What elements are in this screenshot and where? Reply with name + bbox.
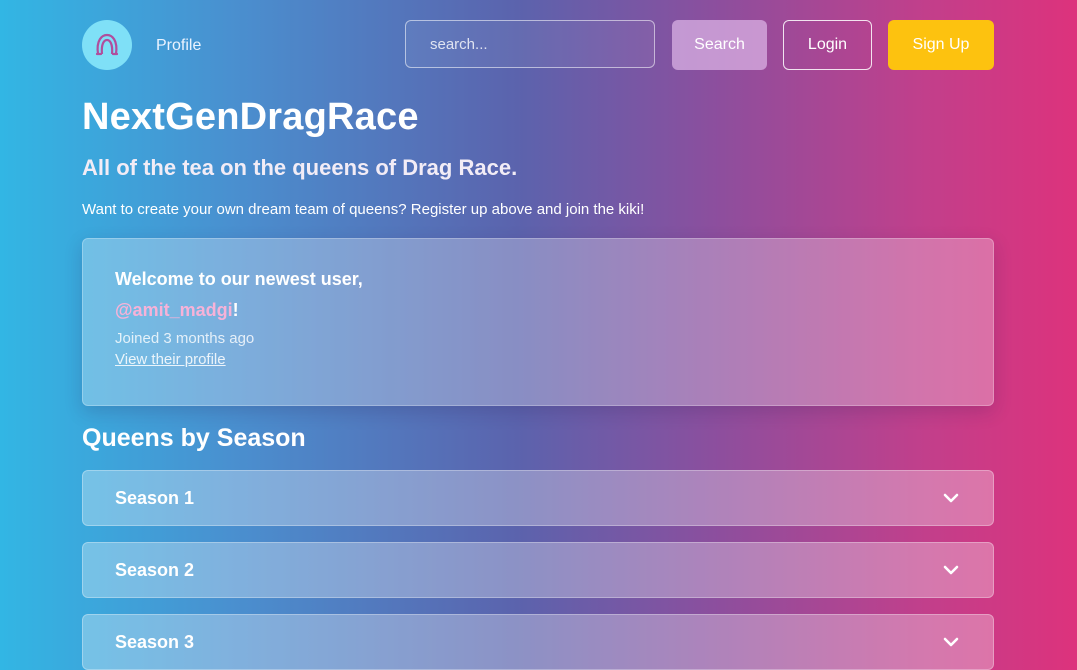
joined-date: Joined 3 months ago	[115, 330, 255, 347]
season-label: Season 2	[115, 559, 195, 580]
top-nav: Profile Search Login Sign Up	[82, 0, 994, 92]
intro-text: Want to create your own dream team of qu…	[82, 201, 645, 218]
search-button[interactable]: Search	[672, 20, 767, 70]
page-container: Profile Search Login Sign Up NextGenDrag…	[82, 0, 994, 670]
newest-user-card: Welcome to our newest user, @amit_madgi!…	[82, 238, 994, 406]
season-accordion-3[interactable]: Season 3	[82, 614, 994, 670]
search-input[interactable]	[405, 20, 655, 68]
site-logo[interactable]	[82, 20, 132, 70]
page-title: NextGenDragRace	[82, 96, 419, 138]
chevron-down-icon	[943, 565, 959, 575]
chevron-down-icon	[943, 493, 959, 503]
seasons-title: Queens by Season	[82, 424, 306, 452]
season-accordion-1[interactable]: Season 1	[82, 470, 994, 526]
handle-suffix: !	[232, 300, 239, 320]
chevron-down-icon	[943, 637, 959, 647]
newest-user-line: @amit_madgi!	[115, 300, 961, 321]
user-handle: @amit_madgi	[115, 300, 233, 320]
season-accordion-2[interactable]: Season 2	[82, 542, 994, 598]
season-label: Season 3	[115, 631, 195, 652]
tagline: All of the tea on the queens of Drag Rac…	[82, 155, 518, 180]
login-button[interactable]: Login	[783, 20, 872, 70]
signup-button[interactable]: Sign Up	[888, 20, 994, 70]
view-profile-link[interactable]: View their profile	[115, 351, 226, 368]
welcome-heading: Welcome to our newest user,	[115, 269, 363, 289]
nav-profile-link[interactable]: Profile	[156, 37, 201, 55]
wig-logo-icon	[95, 33, 119, 56]
season-label: Season 1	[115, 487, 195, 508]
